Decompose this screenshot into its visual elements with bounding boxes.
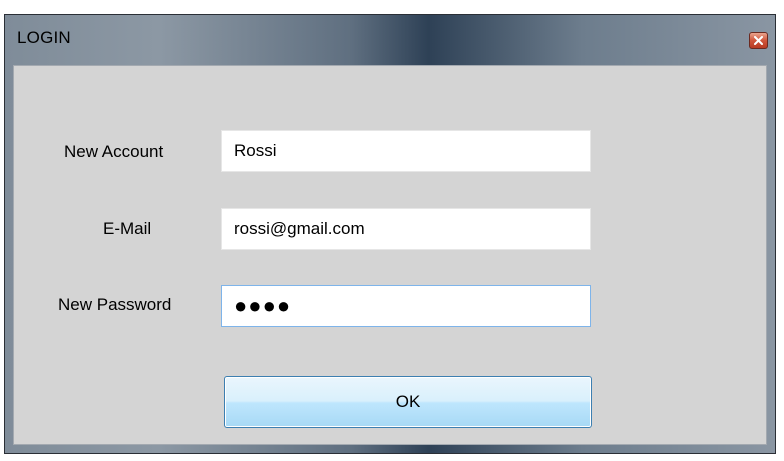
login-window: LOGIN New Account E-Mail New Password OK [4, 14, 776, 454]
close-button[interactable] [749, 32, 768, 49]
new-password-label: New Password [58, 295, 172, 314]
email-input[interactable] [221, 208, 591, 250]
new-account-label: New Account [64, 142, 164, 161]
login-form: New Account E-Mail New Password OK [13, 65, 767, 445]
new-account-input[interactable] [221, 130, 591, 172]
new-password-input[interactable] [221, 285, 591, 327]
ok-button[interactable]: OK [224, 376, 592, 428]
title-bar[interactable]: LOGIN [5, 15, 775, 65]
close-icon [754, 36, 763, 45]
window-title: LOGIN [17, 28, 71, 47]
email-label: E-Mail [103, 219, 152, 238]
